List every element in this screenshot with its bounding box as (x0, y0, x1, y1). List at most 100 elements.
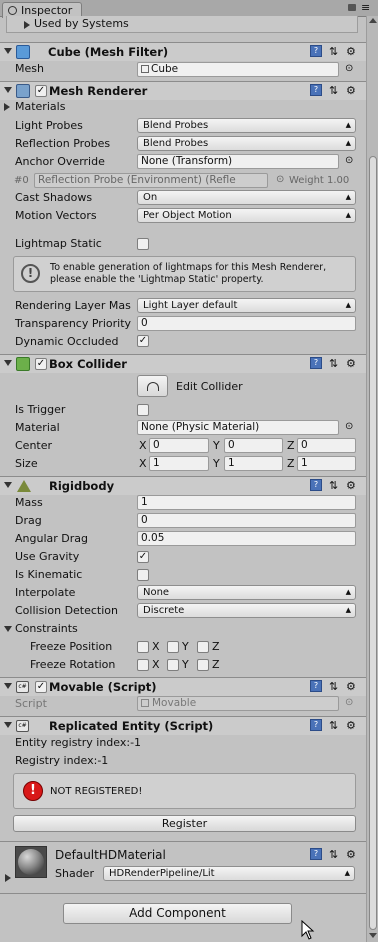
dropdown-arrow-icon: ▲ (344, 869, 350, 877)
add-component-button[interactable]: Add Component (63, 903, 292, 924)
center-x-field[interactable]: 0 (149, 438, 209, 453)
center-x-value: 0 (153, 439, 160, 451)
physic-material-field[interactable]: None (Physic Material) (137, 420, 339, 435)
shader-dropdown[interactable]: HDRenderPipeline/Lit ▲ (103, 866, 355, 881)
constraints-label[interactable]: Constraints (15, 622, 78, 636)
settings-icon[interactable]: ⚙ (346, 848, 356, 861)
collision-detection-dropdown[interactable]: Discrete ▲ (137, 603, 356, 618)
mesh-field[interactable]: Cube (137, 62, 339, 77)
settings-icon[interactable]: ⚙ (346, 84, 356, 97)
info-icon: ! (21, 264, 40, 283)
material-separator (0, 841, 366, 842)
box-collider-enabled-checkbox[interactable]: ✓ (35, 358, 47, 370)
presets-icon[interactable]: ⇅ (329, 357, 338, 370)
freeze-position-y-checkbox[interactable] (167, 641, 179, 653)
use-gravity-checkbox[interactable]: ✓ (137, 551, 149, 563)
help-icon[interactable]: ? (310, 357, 322, 369)
scroll-down-icon[interactable] (369, 933, 377, 938)
freeze-position-z-checkbox[interactable] (197, 641, 209, 653)
scrollbar-thumb[interactable] (369, 156, 377, 930)
rigidbody-header[interactable]: Rigidbody ? ⇅ ⚙ (0, 476, 366, 495)
mesh-picker-icon[interactable]: ⊙ (345, 62, 353, 76)
settings-icon[interactable]: ⚙ (346, 45, 356, 58)
materials-label[interactable]: Materials (15, 100, 65, 114)
dynamic-occluded-checkbox[interactable]: ✓ (137, 335, 149, 347)
error-icon: ! (23, 781, 43, 801)
movable-header[interactable]: c# ✓ Movable (Script) ? ⇅ ⚙ (0, 677, 366, 696)
anchor-picker-icon[interactable]: ⊙ (345, 154, 353, 168)
material-picker-icon[interactable]: ⊙ (345, 420, 353, 434)
tab-menu-icon[interactable]: ≡ (361, 1, 370, 15)
size-y-field[interactable]: 1 (224, 456, 283, 471)
box-collider-icon (16, 357, 30, 371)
edit-collider-button[interactable] (137, 375, 168, 397)
help-icon[interactable]: ? (310, 680, 322, 692)
size-z-field[interactable]: 1 (297, 456, 356, 471)
inspector-scrollbar[interactable] (366, 16, 378, 942)
lock-icon[interactable] (348, 4, 356, 11)
help-icon[interactable]: ? (310, 848, 322, 860)
box-collider-header[interactable]: ✓ Box Collider ? ⇅ ⚙ (0, 354, 366, 373)
freeze-position-x-checkbox[interactable] (137, 641, 149, 653)
replicated-entity-fold-icon[interactable] (4, 722, 12, 728)
help-icon[interactable]: ? (310, 719, 322, 731)
light-probes-value: Blend Probes (143, 120, 209, 131)
freeze-rotation-z-checkbox[interactable] (197, 659, 209, 671)
transparency-priority-field[interactable]: 0 (137, 316, 356, 331)
center-y-field[interactable]: 0 (224, 438, 283, 453)
interpolate-dropdown[interactable]: None ▲ (137, 585, 356, 600)
register-button[interactable]: Register (13, 815, 356, 832)
reflection-probes-label: Reflection Probes (15, 137, 111, 150)
size-z-value: 1 (301, 457, 308, 469)
settings-icon[interactable]: ⚙ (346, 479, 356, 492)
settings-icon[interactable]: ⚙ (346, 719, 356, 732)
anchor-override-field[interactable]: None (Transform) (137, 154, 339, 169)
movable-fold-icon[interactable] (4, 683, 12, 689)
presets-icon[interactable]: ⇅ (329, 479, 338, 492)
box-collider-fold-icon[interactable] (4, 360, 12, 366)
constraints-fold-icon[interactable] (4, 626, 12, 632)
help-icon[interactable]: ? (310, 479, 322, 491)
mesh-filter-header[interactable]: Cube (Mesh Filter) ? ⇅ ⚙ (0, 42, 366, 61)
rigidbody-fold-icon[interactable] (4, 482, 12, 488)
freeze-rotation-y-checkbox[interactable] (167, 659, 179, 671)
center-z-field[interactable]: 0 (297, 438, 356, 453)
mesh-renderer-enabled-checkbox[interactable]: ✓ (35, 85, 47, 97)
movable-enabled-checkbox[interactable]: ✓ (35, 681, 47, 693)
angular-drag-field[interactable]: 0.05 (137, 531, 356, 546)
replicated-entity-header[interactable]: c# Replicated Entity (Script) ? ⇅ ⚙ (0, 716, 366, 735)
light-probes-dropdown[interactable]: Blend Probes ▲ (137, 118, 356, 133)
material-fold-icon[interactable] (5, 874, 11, 882)
presets-icon[interactable]: ⇅ (329, 680, 338, 693)
presets-icon[interactable]: ⇅ (329, 848, 338, 861)
settings-icon[interactable]: ⚙ (346, 680, 356, 693)
materials-fold-icon[interactable] (4, 103, 10, 111)
drag-field[interactable]: 0 (137, 513, 356, 528)
mesh-renderer-header[interactable]: ✓ Mesh Renderer ? ⇅ ⚙ (0, 81, 366, 100)
cast-shadows-dropdown[interactable]: On ▲ (137, 190, 356, 205)
freeze-rotation-x-checkbox[interactable] (137, 659, 149, 671)
freeze-position-label: Freeze Position (30, 640, 113, 653)
size-x-field[interactable]: 1 (149, 456, 209, 471)
presets-icon[interactable]: ⇅ (329, 84, 338, 97)
scroll-up-icon[interactable] (369, 18, 377, 23)
help-icon[interactable]: ? (310, 45, 322, 57)
material-preview-icon[interactable] (15, 846, 47, 878)
dropdown-arrow-icon: ▲ (345, 301, 351, 309)
settings-icon[interactable]: ⚙ (346, 357, 356, 370)
mass-field[interactable]: 1 (137, 495, 356, 510)
mesh-filter-fold-icon[interactable] (4, 48, 12, 54)
lightmap-static-checkbox[interactable] (137, 238, 149, 250)
inspector-tab-icon (8, 6, 17, 15)
is-trigger-checkbox[interactable] (137, 404, 149, 416)
is-kinematic-checkbox[interactable] (137, 569, 149, 581)
presets-icon[interactable]: ⇅ (329, 719, 338, 732)
mesh-renderer-fold-icon[interactable] (4, 87, 12, 93)
presets-icon[interactable]: ⇅ (329, 45, 338, 58)
reflection-probes-dropdown[interactable]: Blend Probes ▲ (137, 136, 356, 151)
rendering-layer-dropdown[interactable]: Light Layer default ▲ (137, 298, 356, 313)
help-icon[interactable]: ? (310, 84, 322, 96)
replicated-entity-title: Replicated Entity (Script) (49, 719, 214, 733)
used-by-systems-fold-icon[interactable] (24, 21, 30, 29)
motion-vectors-dropdown[interactable]: Per Object Motion ▲ (137, 208, 356, 223)
